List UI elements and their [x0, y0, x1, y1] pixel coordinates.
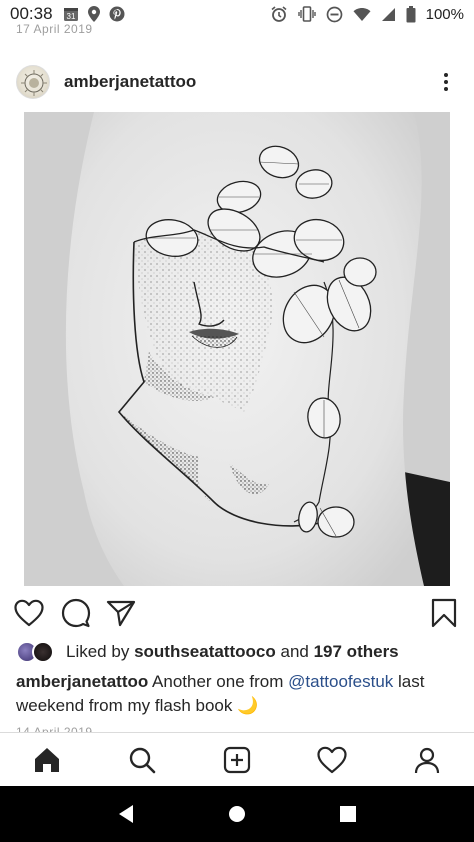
- post-caption: amberjanetattoo Another one from @tattoo…: [16, 670, 462, 718]
- comment-icon: [61, 598, 91, 628]
- recents-square-icon: [340, 806, 357, 822]
- nav-home[interactable]: [27, 740, 67, 780]
- nav-activity[interactable]: [312, 740, 352, 780]
- heart-icon: [14, 599, 44, 627]
- new-post-icon: [223, 746, 251, 773]
- caption-mention[interactable]: @tattoofestuk: [288, 672, 393, 691]
- post-username[interactable]: amberjanetattoo: [64, 72, 196, 92]
- system-recents-button[interactable]: [328, 794, 368, 834]
- like-button[interactable]: [14, 598, 44, 628]
- bookmark-icon: [431, 598, 457, 628]
- nav-search[interactable]: [122, 740, 162, 780]
- system-back-button[interactable]: [106, 794, 146, 834]
- previous-post-date: 17 April 2019: [16, 22, 93, 36]
- likes-row[interactable]: Liked by southseatattooco and 197 others: [16, 640, 399, 664]
- home-circle-icon: [228, 806, 245, 822]
- status-left-icons: 31: [63, 5, 125, 23]
- avatar: [32, 641, 54, 663]
- battery-percent: 100%: [425, 5, 464, 23]
- search-icon: [129, 747, 156, 773]
- post-image[interactable]: [24, 112, 450, 586]
- post-header: amberjanetattoo: [0, 58, 474, 106]
- pinterest-icon: [109, 6, 125, 22]
- system-home-button[interactable]: [217, 794, 257, 834]
- back-triangle-icon: [118, 805, 133, 823]
- home-icon: [35, 747, 60, 772]
- liker-username[interactable]: southseatattooco: [134, 642, 276, 661]
- avatar[interactable]: [16, 65, 50, 99]
- alarm-icon: [270, 5, 288, 23]
- bottom-nav: [0, 732, 474, 786]
- send-icon: [106, 600, 136, 627]
- more-vertical-icon: [444, 73, 448, 91]
- likes-prefix: Liked by: [66, 642, 130, 661]
- status-right-icons: 100%: [270, 5, 464, 23]
- more-options-button[interactable]: [434, 70, 458, 94]
- likes-count[interactable]: 197 others: [314, 642, 399, 661]
- wifi-icon: [353, 7, 371, 22]
- moon-emoji: 🌙: [237, 696, 259, 715]
- activity-icon: [317, 746, 347, 773]
- nav-profile[interactable]: [407, 740, 447, 780]
- comment-button[interactable]: [61, 598, 91, 628]
- calendar-icon: 31: [63, 6, 79, 22]
- nav-new-post[interactable]: [217, 740, 257, 780]
- vibrate-icon: [297, 5, 316, 23]
- location-pin-icon: [87, 5, 101, 23]
- likes-and: and: [280, 642, 309, 661]
- share-button[interactable]: [106, 598, 136, 628]
- caption-username[interactable]: amberjanetattoo: [16, 672, 148, 691]
- battery-icon: [406, 5, 416, 23]
- svg-text:31: 31: [66, 12, 75, 21]
- status-time: 00:38: [10, 4, 53, 23]
- liker-avatars: [16, 641, 58, 663]
- caption-text-before: Another one from: [152, 672, 284, 691]
- save-button[interactable]: [429, 598, 459, 628]
- profile-icon: [414, 747, 439, 773]
- do-not-disturb-icon: [326, 6, 343, 23]
- likes-text: Liked by southseatattooco and 197 others: [66, 642, 399, 662]
- signal-icon: [381, 7, 396, 22]
- system-nav-bar: [0, 786, 474, 842]
- post-actions: [0, 594, 474, 634]
